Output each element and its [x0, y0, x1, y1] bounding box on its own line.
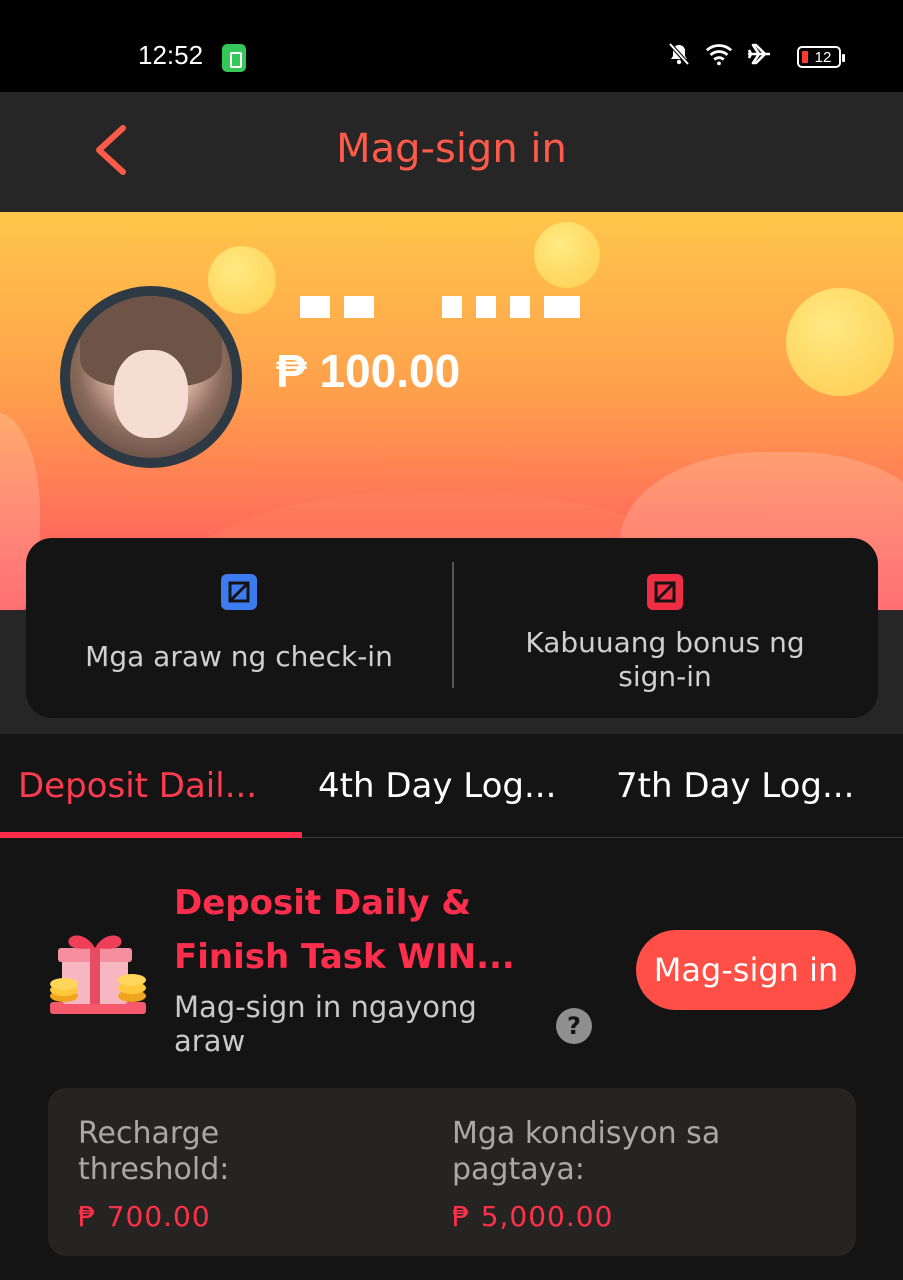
- battery-level: 12: [814, 48, 832, 66]
- decor-bubble: [534, 222, 600, 288]
- balance-amount: ₱ 100.00: [276, 345, 461, 397]
- gift-icon: [46, 924, 150, 1016]
- conditions-card: Recharge threshold: ₱ 700.00 Mga kondisy…: [48, 1088, 856, 1256]
- signin-stats-card: Mga araw ng check-in Kabuuang bonus ng s…: [26, 538, 878, 718]
- task-title: Deposit Daily & Finish Task WIN...: [174, 883, 515, 977]
- tab-bar: Deposit Dail... 4th Day Log... 7th Day L…: [0, 734, 903, 838]
- status-bar: 12:52 12: [0, 0, 903, 92]
- recharge-threshold-value: ₱ 700.00: [78, 1200, 211, 1233]
- tab-4th-day-login[interactable]: 4th Day Log...: [318, 766, 556, 806]
- avatar-face: [114, 350, 188, 438]
- status-time: 12:52: [138, 40, 204, 70]
- task-subtitle: Mag-sign in ngayong araw: [174, 990, 477, 1058]
- wagering-condition-label: Mga kondisyon sa pagtaya:: [452, 1116, 721, 1187]
- checkin-days-label: Mga araw ng check-in: [85, 640, 393, 673]
- stat-total-bonus: Kabuuang bonus ng sign-in: [452, 574, 878, 694]
- airplane-icon: [745, 40, 773, 68]
- wagering-condition-value: ₱ 5,000.00: [452, 1200, 614, 1233]
- checkin-days-icon: [221, 574, 257, 610]
- avatar[interactable]: [60, 286, 242, 468]
- sign-in-button[interactable]: Mag-sign in: [636, 930, 856, 1010]
- charging-icon: [222, 44, 246, 72]
- battery-icon: 12: [797, 46, 845, 68]
- help-icon[interactable]: ?: [556, 1008, 592, 1044]
- status-icons: [665, 40, 773, 68]
- wifi-icon: [705, 40, 733, 68]
- total-bonus-label: Kabuuang bonus ng sign-in: [525, 626, 805, 693]
- stat-checkin-days: Mga araw ng check-in: [26, 574, 452, 674]
- tab-deposit-daily[interactable]: Deposit Dail...: [18, 766, 257, 806]
- app-header: Mag-sign in: [0, 92, 903, 212]
- tab-7th-day-login[interactable]: 7th Day Log...: [616, 766, 854, 806]
- active-tab-indicator: [0, 832, 302, 838]
- decor-bubble: [786, 288, 894, 396]
- mute-icon: [665, 40, 693, 68]
- total-bonus-icon: [647, 574, 683, 610]
- recharge-threshold-label: Recharge threshold:: [78, 1116, 230, 1187]
- wagering-condition: Mga kondisyon sa pagtaya: ₱ 5,000.00: [452, 1116, 772, 1233]
- username-masked: [300, 296, 580, 318]
- recharge-threshold: Recharge threshold: ₱ 700.00: [78, 1116, 398, 1233]
- page-title: Mag-sign in: [336, 126, 567, 172]
- decor-bubble: [208, 246, 276, 314]
